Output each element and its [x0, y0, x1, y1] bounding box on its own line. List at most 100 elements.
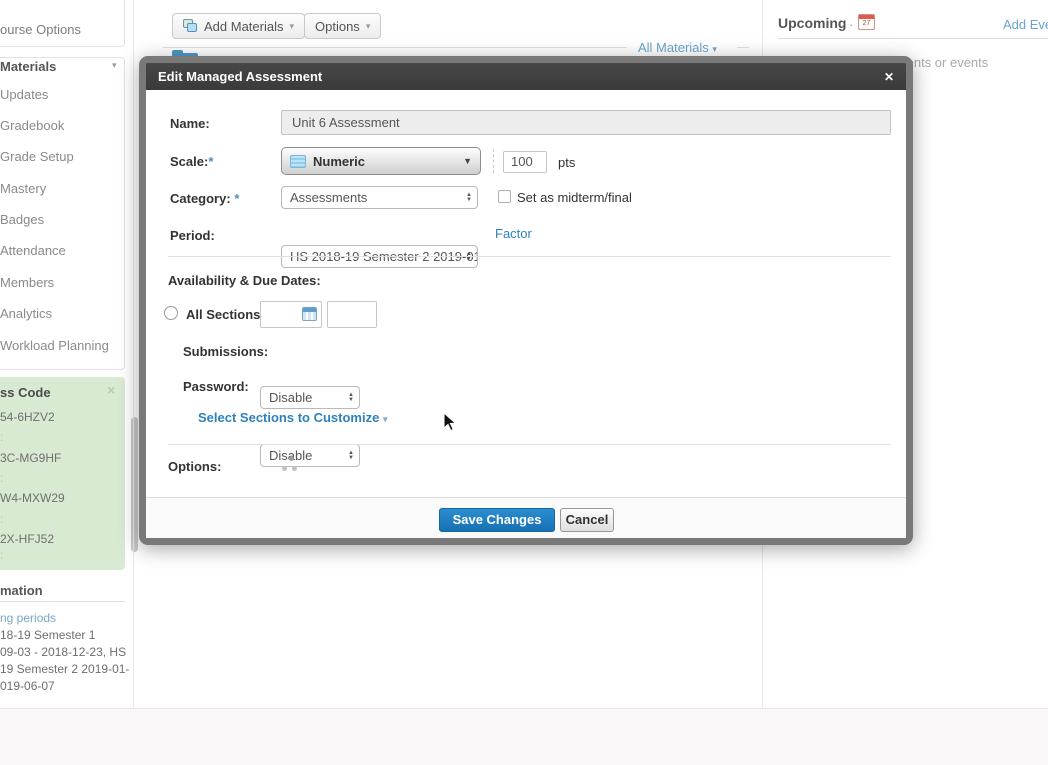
loading-dot — [282, 466, 287, 471]
all-materials-label: All Materials — [638, 40, 709, 55]
scale-value: Numeric — [313, 154, 456, 169]
modal-title: Edit Managed Assessment — [158, 69, 884, 84]
all-materials-filter[interactable]: All Materials — [638, 40, 717, 55]
scale-label: Scale:* — [170, 154, 213, 169]
modal-header: Edit Managed Assessment ✕ — [146, 63, 906, 90]
numeric-scale-icon — [290, 155, 306, 168]
upcoming-title: Upcoming — [778, 15, 846, 31]
access-code-value: 2X-HFJ52 — [0, 532, 54, 546]
add-materials-label: Add Materials — [204, 19, 283, 34]
points-unit-label: pts — [558, 155, 575, 170]
access-code-value: 54-6HZV2 — [0, 410, 55, 424]
dropdown-arrow-icon — [463, 156, 472, 166]
loading-dot — [289, 456, 294, 461]
sidebar-item-materials[interactable]: Materials — [0, 59, 56, 74]
options-caret-icon — [366, 21, 371, 32]
save-changes-button[interactable]: Save Changes — [439, 508, 555, 532]
sidebar-item-grade-setup[interactable]: Grade Setup — [0, 149, 74, 164]
midterm-label: Set as midterm/final — [517, 190, 632, 205]
scale-separator — [493, 149, 494, 173]
all-materials-caret-icon — [712, 44, 717, 54]
access-code-value: W4-MXW29 — [0, 491, 65, 505]
sidebar-item-members[interactable]: Members — [0, 275, 54, 290]
loading-dot — [292, 466, 297, 471]
category-select[interactable]: Assessments — [281, 186, 478, 209]
modal-close-icon[interactable]: ✕ — [884, 70, 894, 84]
info-line: 18-19 Semester 1 — [0, 628, 95, 642]
access-code-label: : — [0, 512, 3, 526]
info-line: 019-06-07 — [0, 679, 55, 693]
period-label: Period: — [170, 228, 215, 243]
sidebar-item-gradebook[interactable]: Gradebook — [0, 118, 64, 133]
calendar-day-number: 27 — [859, 20, 874, 27]
password-label: Password: — [183, 379, 249, 394]
course-options-link[interactable]: ourse Options — [0, 22, 81, 37]
select-sections-label: Select Sections to Customize — [198, 410, 379, 425]
select-sections-caret-icon — [383, 414, 388, 424]
upcoming-divider — [778, 38, 1048, 39]
access-code-value: 3C-MG9HF — [0, 451, 61, 465]
section-divider — [168, 256, 891, 257]
sidebar-item-mastery[interactable]: Mastery — [0, 181, 46, 196]
info-divider — [0, 601, 125, 602]
sidebar-item-attendance[interactable]: Attendance — [0, 243, 66, 258]
due-date-field[interactable] — [260, 301, 322, 328]
submissions-label: Submissions: — [183, 344, 268, 359]
modal-body: Name: Unit 6 Assessment Scale:* Numeric … — [146, 90, 906, 538]
sidebar-main-divider — [133, 0, 134, 708]
section-divider — [168, 444, 891, 445]
edit-managed-assessment-modal: Edit Managed Assessment ✕ Name: Unit 6 A… — [139, 56, 913, 545]
date-picker-calendar-icon[interactable] — [302, 307, 317, 321]
access-code-close-icon[interactable]: × — [107, 382, 115, 398]
submissions-select[interactable]: Disable — [260, 386, 360, 409]
info-line: 09-03 - 2018-12-23, HS — [0, 645, 126, 659]
sidebar-item-analytics[interactable]: Analytics — [0, 306, 52, 321]
availability-heading: Availability & Due Dates: — [168, 273, 321, 288]
materials-caret-icon[interactable] — [112, 60, 117, 71]
category-value: Assessments — [290, 190, 367, 205]
midterm-checkbox[interactable] — [498, 190, 511, 203]
modal-footer: Save Changes Cancel — [146, 497, 906, 538]
scale-dropdown[interactable]: Numeric — [281, 147, 481, 175]
info-section-title: mation — [0, 583, 43, 598]
select-stepper-icon — [348, 451, 354, 461]
select-sections-link[interactable]: Select Sections to Customize — [198, 410, 387, 425]
upcoming-separator: · — [849, 17, 853, 32]
select-stepper-icon — [466, 193, 472, 203]
mouse-cursor — [443, 412, 457, 432]
name-field[interactable]: Unit 6 Assessment — [281, 110, 891, 135]
add-event-link[interactable]: Add Event — [1003, 17, 1048, 32]
sidebar-item-updates[interactable]: Updates — [0, 87, 48, 102]
access-code-label: : — [0, 548, 3, 562]
all-sections-label: All Sections — [186, 307, 260, 322]
sidebar-item-workload-planning[interactable]: Workload Planning — [0, 338, 109, 353]
access-code-label: : — [0, 471, 3, 485]
required-asterisk: * — [234, 191, 239, 206]
all-sections-radio[interactable] — [164, 306, 178, 320]
access-code-label: : — [0, 430, 3, 444]
due-time-field[interactable] — [327, 301, 377, 328]
password-select[interactable]: Disable — [260, 444, 360, 467]
upcoming-calendar-icon: 27 — [858, 14, 875, 30]
materials-filter-rule-left — [163, 47, 627, 48]
options-button[interactable]: Options — [304, 13, 381, 39]
materials-filter-rule-right — [737, 47, 749, 48]
submissions-value: Disable — [269, 390, 312, 405]
category-label: Category: * — [170, 191, 239, 206]
page-footer-strip — [0, 708, 1048, 765]
points-field[interactable]: 100 — [503, 151, 547, 173]
grading-periods-link[interactable]: ng periods — [0, 611, 56, 625]
name-label: Name: — [170, 116, 210, 131]
factor-link[interactable]: Factor — [495, 226, 532, 241]
options-label: Options — [315, 19, 360, 34]
sidebar-item-badges[interactable]: Badges — [0, 212, 44, 227]
select-stepper-icon — [348, 393, 354, 403]
add-materials-button[interactable]: Add Materials — [172, 13, 305, 39]
add-materials-icon — [183, 19, 198, 33]
info-line: 19 Semester 2 2019-01- — [0, 662, 129, 676]
options-label: Options: — [168, 459, 221, 474]
add-materials-caret-icon — [289, 21, 294, 32]
access-code-title: ss Code — [0, 385, 51, 400]
required-asterisk: * — [208, 154, 213, 169]
cancel-button[interactable]: Cancel — [560, 508, 614, 532]
